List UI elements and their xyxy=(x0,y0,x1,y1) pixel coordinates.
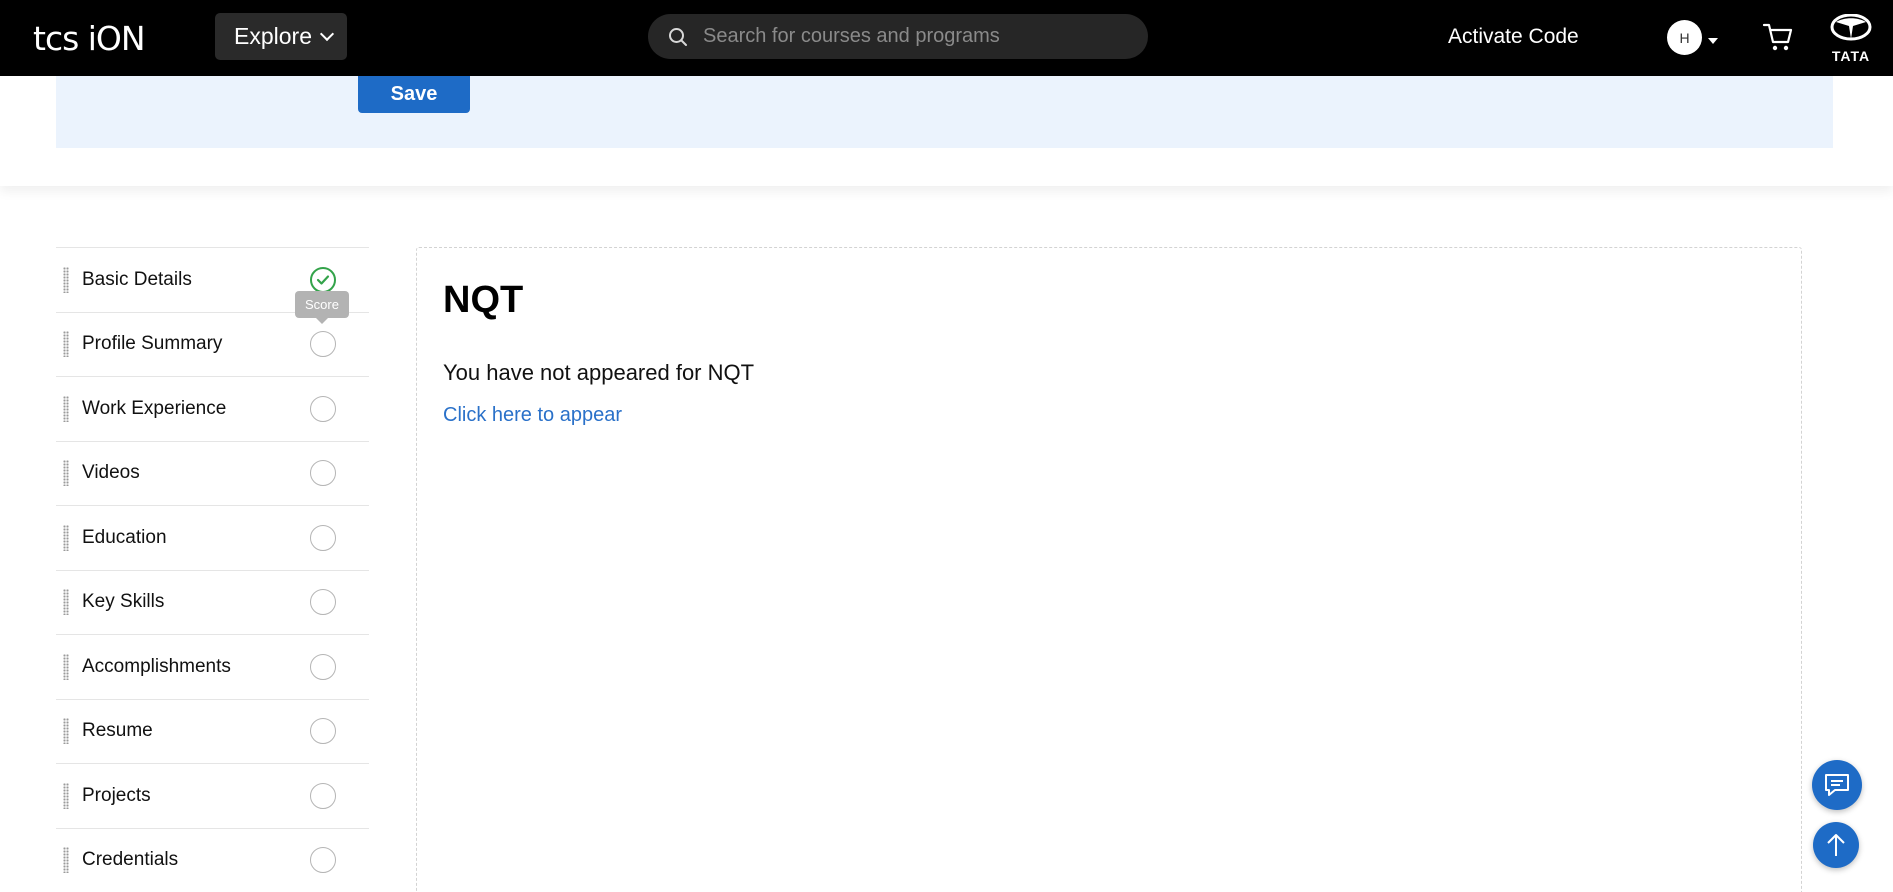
save-button[interactable]: Save xyxy=(358,76,470,113)
empty-circle-icon xyxy=(310,718,336,745)
profile-form-section: Save xyxy=(0,76,1893,186)
drag-handle-icon[interactable] xyxy=(63,718,69,745)
sidebar-item-label: Resume xyxy=(82,720,153,742)
drag-handle-icon[interactable] xyxy=(63,847,69,874)
sidebar-item-videos[interactable]: Videos xyxy=(56,440,369,506)
nqt-card: NQT You have not appeared for NQT Click … xyxy=(416,247,1802,892)
tata-logo: TATA xyxy=(1824,13,1878,64)
search-input[interactable] xyxy=(703,25,1123,48)
drag-handle-icon[interactable] xyxy=(63,524,69,551)
chat-icon xyxy=(1825,774,1849,796)
drag-handle-icon[interactable] xyxy=(63,653,69,680)
tata-word: TATA xyxy=(1831,48,1871,64)
sidebar-item-education[interactable]: Education xyxy=(56,505,369,570)
form-strip: Save xyxy=(56,76,1833,148)
score-tooltip: Score xyxy=(295,291,349,324)
drag-handle-icon[interactable] xyxy=(63,460,69,487)
sidebar-item-label: Videos xyxy=(82,462,140,484)
scroll-to-top-button[interactable] xyxy=(1813,822,1859,868)
drag-handle-icon[interactable] xyxy=(63,266,69,293)
sidebar-item-label: Profile Summary xyxy=(82,333,223,355)
empty-circle-icon xyxy=(310,589,336,616)
drag-handle-icon[interactable] xyxy=(63,782,69,809)
page-title: NQT xyxy=(443,279,524,321)
drag-handle-icon[interactable] xyxy=(63,331,69,358)
sidebar-item-label: Work Experience xyxy=(82,397,227,419)
explore-menu-button[interactable]: Explore xyxy=(215,13,347,60)
sidebar-item-key-skills[interactable]: Key Skills xyxy=(56,569,369,635)
arrow-up-icon xyxy=(1827,834,1845,856)
tcs-ion-logo[interactable]: tcs iON xyxy=(33,18,146,58)
caret-down-icon[interactable] xyxy=(1708,38,1718,44)
chat-button[interactable] xyxy=(1812,760,1862,810)
sidebar-item-work-experience[interactable]: Work Experience xyxy=(56,376,369,441)
sidebar-item-label: Projects xyxy=(82,784,151,806)
sidebar-item-credentials[interactable]: Credentials xyxy=(56,827,369,892)
appear-link[interactable]: Click here to appear xyxy=(443,404,622,427)
empty-circle-icon xyxy=(310,395,336,422)
profile-sections-sidebar: Score Basic Details Profile Summary Work E… xyxy=(56,247,369,892)
sidebar-item-label: Accomplishments xyxy=(82,655,231,677)
sidebar-item-label: Credentials xyxy=(82,849,179,871)
empty-circle-icon xyxy=(310,782,336,809)
cart-icon[interactable] xyxy=(1762,21,1794,58)
sidebar-item-accomplishments[interactable]: Accomplishments xyxy=(56,634,369,699)
empty-circle-icon xyxy=(310,524,336,551)
sidebar-item-label: Basic Details xyxy=(82,268,192,290)
sidebar-item-label: Education xyxy=(82,526,167,548)
check-circle-icon xyxy=(310,266,336,293)
empty-circle-icon xyxy=(310,653,336,680)
search-bar xyxy=(648,14,1148,59)
top-navigation-bar: tcs iON Explore Activate Code H TATA xyxy=(0,0,1893,76)
avatar[interactable]: H xyxy=(1667,20,1702,55)
sidebar-item-projects[interactable]: Projects xyxy=(56,763,369,828)
drag-handle-icon[interactable] xyxy=(63,395,69,422)
activate-code-link[interactable]: Activate Code xyxy=(1448,25,1579,49)
empty-circle-icon xyxy=(310,847,336,874)
empty-circle-icon xyxy=(310,331,336,358)
empty-circle-icon xyxy=(310,460,336,487)
drag-handle-icon[interactable] xyxy=(63,589,69,616)
sidebar-item-label: Key Skills xyxy=(82,591,165,613)
explore-label: Explore xyxy=(234,23,312,49)
tata-emblem-icon xyxy=(1830,13,1872,41)
logo-text: tcs iON xyxy=(33,18,146,58)
search-icon xyxy=(669,27,687,46)
chevron-down-icon xyxy=(319,26,335,42)
sidebar-item-resume[interactable]: Resume xyxy=(56,698,369,764)
nqt-status-message: You have not appeared for NQT xyxy=(443,360,755,385)
